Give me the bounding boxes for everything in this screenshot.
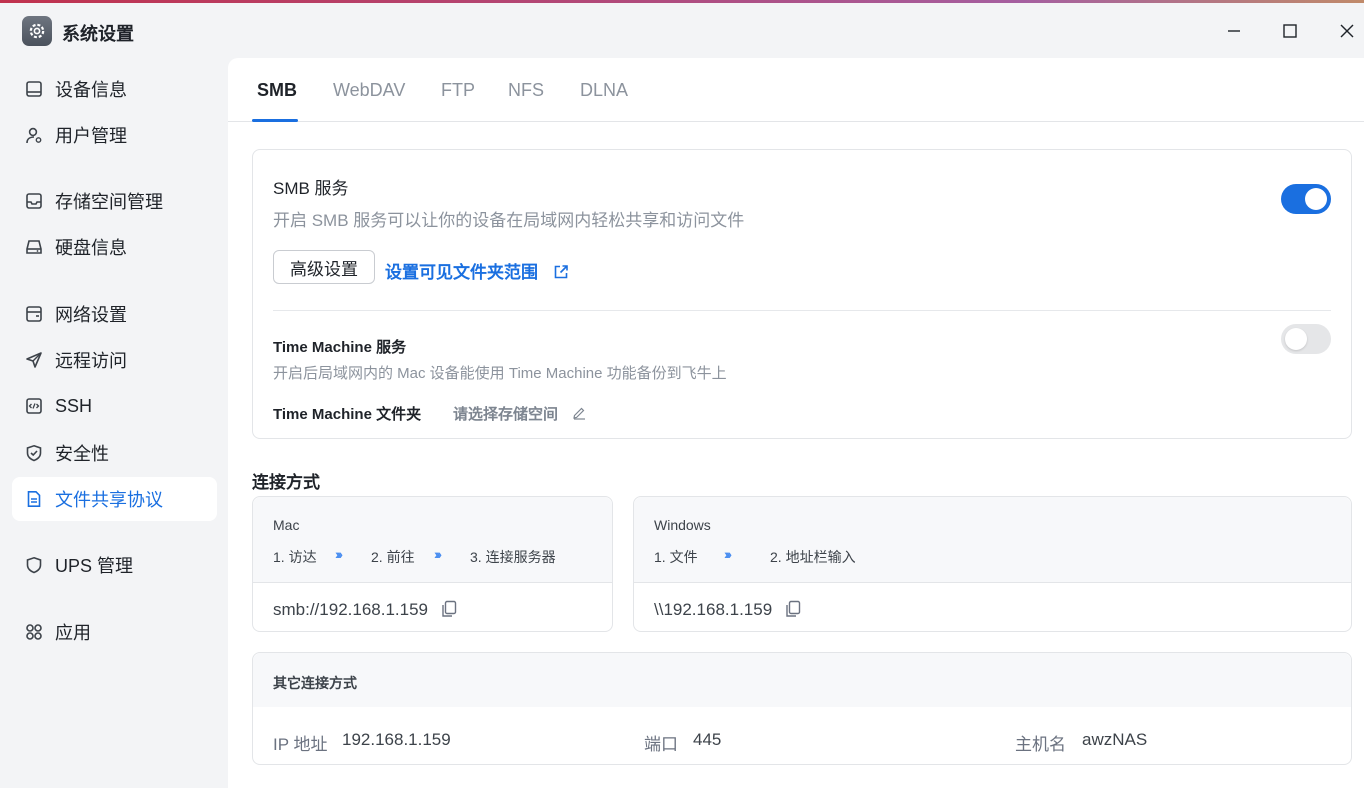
sidebar-item-label: 硬盘信息	[55, 238, 127, 258]
windows-step-2: 2. 地址栏输入	[770, 549, 856, 565]
windows-card-header	[634, 497, 1351, 583]
window-title: 系统设置	[62, 24, 134, 44]
sidebar-item-apps[interactable]: 应用	[12, 610, 217, 654]
edit-icon	[572, 406, 586, 424]
windows-smb-address: \\192.168.1.159	[654, 600, 773, 619]
sidebar-item-device-info[interactable]: 设备信息	[12, 67, 217, 111]
tab-ftp[interactable]: FTP	[441, 80, 475, 101]
connection-section-title: 连接方式	[252, 473, 320, 492]
smb-service-card: SMB 服务 开启 SMB 服务可以让你的设备在局域网内轻松共享和访问文件 高级…	[252, 149, 1352, 439]
smb-service-title: SMB 服务	[273, 179, 349, 198]
sidebar-item-file-sharing[interactable]: 文件共享协议	[12, 477, 217, 521]
sidebar-item-label: 存储空间管理	[55, 192, 163, 212]
sidebar-item-label: SSH	[55, 395, 93, 416]
sidebar-item-ssh[interactable]: SSH	[12, 384, 217, 428]
sidebar-item-disk-info[interactable]: 硬盘信息	[12, 225, 217, 269]
shield-check-icon	[24, 443, 44, 463]
hostname-value: awzNAS	[1082, 730, 1148, 749]
time-machine-folder-value: 请选择存储空间	[453, 406, 559, 423]
ip-label: IP 地址	[273, 735, 328, 754]
smb-service-toggle[interactable]	[1281, 184, 1331, 214]
mac-card-header	[253, 497, 612, 583]
copy-icon[interactable]	[785, 600, 801, 618]
device-info-icon	[24, 79, 44, 99]
other-connection-title: 其它连接方式	[273, 675, 357, 691]
protocol-tabs: SMB WebDAV FTP NFS DLNA	[228, 58, 1364, 122]
port-value: 445	[693, 730, 722, 749]
sidebar-item-label: 网络设置	[55, 305, 127, 325]
tab-smb[interactable]: SMB	[257, 80, 297, 101]
sidebar-item-label: 应用	[55, 623, 91, 643]
other-connection-card: 其它连接方式 IP 地址 192.168.1.159 端口 445 主机名 aw…	[252, 652, 1352, 765]
sidebar-item-user-management[interactable]: 用户管理	[12, 113, 217, 157]
code-icon	[24, 396, 44, 416]
triple-chevron-icon: ›››	[335, 546, 343, 562]
maximize-button[interactable]	[1272, 13, 1308, 49]
mac-step-3: 3. 连接服务器	[470, 549, 556, 565]
content-panel: SMB WebDAV FTP NFS DLNA SMB 服务 开启 SMB 服务…	[228, 58, 1364, 788]
tab-webdav[interactable]: WebDAV	[333, 80, 405, 101]
sidebar-item-ups[interactable]: UPS 管理	[12, 543, 217, 587]
close-button[interactable]	[1329, 13, 1364, 49]
apps-icon	[24, 622, 44, 642]
mac-step-2: 2. 前往	[371, 549, 415, 565]
time-machine-folder-select[interactable]: 请选择存储空间	[453, 403, 586, 424]
hard-disk-icon	[24, 237, 44, 257]
mac-title: Mac	[273, 517, 300, 533]
windows-step-1: 1. 文件	[654, 549, 698, 565]
storage-icon	[24, 191, 44, 211]
smb-service-description: 开启 SMB 服务可以让你的设备在局域网内轻松共享和访问文件	[273, 211, 745, 230]
sidebar: 设备信息 用户管理 存储空间管理 硬盘信息 网络设置 远程访问 SSH 安全性 …	[0, 55, 228, 788]
triple-chevron-icon: ›››	[434, 546, 442, 562]
time-machine-folder-label: Time Machine 文件夹	[273, 406, 422, 423]
sidebar-item-label: 设备信息	[55, 80, 127, 100]
minimize-button[interactable]	[1216, 13, 1252, 49]
time-machine-title: Time Machine 服务	[273, 339, 407, 356]
sidebar-item-remote-access[interactable]: 远程访问	[12, 338, 217, 382]
toggle-knob	[1285, 328, 1307, 350]
folder-scope-link[interactable]: 设置可见文件夹范围	[385, 258, 569, 285]
shield-icon	[24, 555, 44, 575]
windows-connection-card: Windows 1. 文件 ››› 2. 地址栏输入 \\192.168.1.1…	[633, 496, 1352, 632]
sidebar-item-storage[interactable]: 存储空间管理	[12, 179, 217, 223]
active-tab-indicator	[252, 119, 298, 122]
gear-icon	[22, 16, 52, 46]
mac-connection-card: Mac 1. 访达 ››› 2. 前往 ››› 3. 连接服务器 smb://1…	[252, 496, 613, 632]
tab-dlna[interactable]: DLNA	[580, 80, 628, 101]
settings-window: 系统设置 设备信息 用户管理 存储空间管理 硬盘信息 网络设置 远程访问 SSH…	[0, 3, 1364, 788]
sidebar-item-security[interactable]: 安全性	[12, 431, 217, 475]
ip-value: 192.168.1.159	[342, 730, 451, 749]
sidebar-item-label: 文件共享协议	[55, 490, 163, 510]
toggle-knob	[1305, 188, 1327, 210]
tab-nfs[interactable]: NFS	[508, 80, 544, 101]
external-link-icon	[553, 264, 569, 285]
copy-icon[interactable]	[441, 600, 457, 618]
port-label: 端口	[644, 735, 678, 754]
document-icon	[24, 489, 44, 509]
sidebar-item-network[interactable]: 网络设置	[12, 292, 217, 336]
time-machine-toggle[interactable]	[1281, 324, 1331, 354]
card-divider	[273, 310, 1331, 311]
mac-smb-address: smb://192.168.1.159	[273, 600, 429, 619]
sidebar-item-label: UPS 管理	[55, 556, 134, 576]
sidebar-item-label: 用户管理	[55, 126, 127, 146]
triple-chevron-icon: ›››	[724, 546, 732, 562]
title-bar: 系统设置	[0, 3, 1364, 55]
time-machine-description: 开启后局域网内的 Mac 设备能使用 Time Machine 功能备份到飞牛上	[273, 365, 727, 382]
sidebar-item-label: 安全性	[55, 444, 109, 464]
other-card-header	[253, 653, 1351, 707]
sidebar-item-label: 远程访问	[55, 351, 127, 371]
hostname-label: 主机名	[1015, 735, 1066, 754]
mac-step-1: 1. 访达	[273, 549, 317, 565]
folder-scope-link-label: 设置可见文件夹范围	[385, 263, 538, 282]
windows-title: Windows	[654, 517, 711, 533]
user-gear-icon	[24, 125, 44, 145]
advanced-settings-button[interactable]: 高级设置	[273, 250, 375, 284]
network-icon	[24, 304, 44, 324]
send-icon	[24, 350, 44, 370]
